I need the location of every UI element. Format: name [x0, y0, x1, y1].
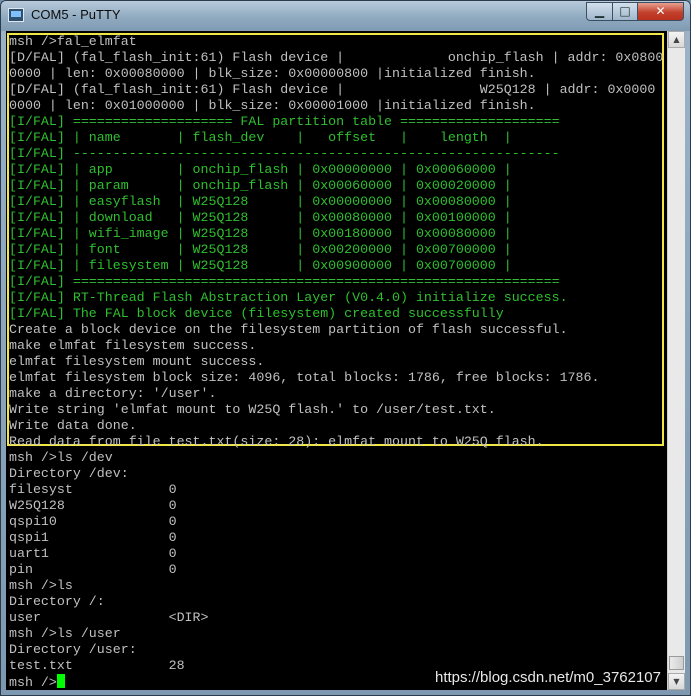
terminal-line-text: [I/FAL] | easyflash | W25Q128 | 0x000000…	[9, 194, 512, 209]
terminal-line: [I/FAL] ==================== FAL partiti…	[9, 114, 667, 130]
scroll-down-arrow-icon[interactable]: ▼	[668, 673, 685, 690]
terminal-line: [I/FAL] --------------------------------…	[9, 146, 667, 162]
terminal-line: Read data from file test.txt(size: 28): …	[9, 434, 667, 450]
terminal-line: [I/FAL] | name | flash_dev | offset | le…	[9, 130, 667, 146]
scroll-up-arrow-icon[interactable]: ▲	[668, 31, 685, 48]
title-bar[interactable]: COM5 - PuTTY ▁ □ ✕	[1, 1, 690, 31]
terminal-line: Write data done.	[9, 418, 667, 434]
terminal-line-text: Read data from file test.txt(size: 28): …	[9, 434, 544, 449]
terminal-line-text: msh />	[9, 675, 57, 690]
vertical-scrollbar[interactable]: ▲ ▼	[667, 31, 685, 690]
terminal-line-text: elmfat filesystem mount success.	[9, 354, 265, 369]
terminal-line: [I/FAL] | font | W25Q128 | 0x00200000 | …	[9, 242, 667, 258]
terminal-line: [I/FAL] RT-Thread Flash Abstraction Laye…	[9, 290, 667, 306]
terminal-line-text: [I/FAL] ==================== FAL partiti…	[9, 114, 560, 129]
terminal-line: Directory /dev:	[9, 466, 667, 482]
terminal-line-text: [D/FAL] (fal_flash_init:61) Flash device…	[9, 50, 664, 65]
putty-window: COM5 - PuTTY ▁ □ ✕ msh />fal_elmfat [D/FA…	[0, 0, 691, 696]
terminal-line-text: msh />ls	[9, 578, 73, 593]
terminal-line-text: qspi1 0	[9, 530, 177, 545]
terminal-line-text: Directory /user:	[9, 642, 137, 657]
maximize-button[interactable]: □	[612, 2, 638, 21]
terminal-line: [I/FAL] | filesystem | W25Q128 | 0x00900…	[9, 258, 667, 274]
terminal-line-text: [I/FAL] | font | W25Q128 | 0x00200000 | …	[9, 242, 512, 257]
terminal-line: [I/FAL] The FAL block device (filesystem…	[9, 306, 667, 322]
terminal-line: 0000 | len: 0x01000000 | blk_size: 0x000…	[9, 98, 667, 114]
terminal-line: pin 0	[9, 562, 667, 578]
terminal-line-text: Create a block device on the filesystem …	[9, 322, 568, 337]
terminal-line: Create a block device on the filesystem …	[9, 322, 667, 338]
terminal-line-text: [I/FAL] RT-Thread Flash Abstraction Laye…	[9, 290, 568, 305]
terminal-line: [I/FAL] | param | onchip_flash | 0x00060…	[9, 178, 667, 194]
cursor	[56, 674, 65, 688]
terminal-line-text: [I/FAL] | param | onchip_flash | 0x00060…	[9, 178, 512, 193]
terminal-line-text: [I/FAL] | filesystem | W25Q128 | 0x00900…	[9, 258, 512, 273]
terminal-line: 0000 | len: 0x00080000 | blk_size: 0x000…	[9, 66, 667, 82]
terminal-line: make a directory: '/user'.	[9, 386, 667, 402]
terminal-line-text: [I/FAL] --------------------------------…	[9, 146, 560, 161]
terminal-line: Directory /:	[9, 594, 667, 610]
terminal-line-text: make elmfat filesystem success.	[9, 338, 257, 353]
terminal-line: [I/FAL] | wifi_image | W25Q128 | 0x00180…	[9, 226, 667, 242]
terminal-line: make elmfat filesystem success.	[9, 338, 667, 354]
terminal-line: [D/FAL] (fal_flash_init:61) Flash device…	[9, 82, 667, 98]
terminal-line: filesyst 0	[9, 482, 667, 498]
terminal-line-text: W25Q128 0	[9, 498, 177, 513]
putty-icon[interactable]	[8, 8, 24, 22]
terminal-line: msh />ls /dev	[9, 450, 667, 466]
terminal-line-text: [I/FAL] | wifi_image | W25Q128 | 0x00180…	[9, 226, 512, 241]
terminal-line: qspi10 0	[9, 514, 667, 530]
terminal-line: msh />ls	[9, 578, 667, 594]
terminal-line-text: uart1 0	[9, 546, 177, 561]
terminal-line-text: qspi10 0	[9, 514, 177, 529]
terminal-line: [I/FAL] | app | onchip_flash | 0x0000000…	[9, 162, 667, 178]
watermark: https://blog.csdn.net/m0_3762107	[435, 669, 661, 686]
terminal-line-text: Directory /dev:	[9, 466, 129, 481]
terminal-line-text: elmfat filesystem block size: 4096, tota…	[9, 370, 600, 385]
terminal-line: uart1 0	[9, 546, 667, 562]
terminal-line-text: [I/FAL] | name | flash_dev | offset | le…	[9, 130, 512, 145]
terminal-area[interactable]: msh />fal_elmfat [D/FAL] (fal_flash_init:…	[6, 31, 667, 690]
terminal-line-text: test.txt 28	[9, 658, 185, 673]
terminal-line-text: Directory /:	[9, 594, 105, 609]
close-button[interactable]: ✕	[637, 2, 684, 21]
terminal-line-text: msh />fal_elmfat	[9, 34, 137, 49]
terminal-line-text: [D/FAL] (fal_flash_init:61) Flash device…	[9, 82, 656, 97]
terminal-output: msh />fal_elmfat [D/FAL] (fal_flash_init:…	[9, 34, 667, 690]
terminal-line-text: Write data done.	[9, 418, 137, 433]
terminal-line: user <DIR>	[9, 610, 667, 626]
terminal-line-text: [I/FAL] The FAL block device (filesystem…	[9, 306, 504, 321]
terminal-line: qspi1 0	[9, 530, 667, 546]
terminal-line: msh />ls /user	[9, 626, 667, 642]
terminal-line-text: filesyst 0	[9, 482, 177, 497]
terminal-line-text: [I/FAL] | download | W25Q128 | 0x0008000…	[9, 210, 512, 225]
terminal-line: [D/FAL] (fal_flash_init:61) Flash device…	[9, 50, 667, 66]
terminal-line: elmfat filesystem block size: 4096, tota…	[9, 370, 667, 386]
terminal-line: Directory /user:	[9, 642, 667, 658]
terminal-line: [I/FAL] ================================…	[9, 274, 667, 290]
terminal-line-text: pin 0	[9, 562, 177, 577]
terminal-line-text: [I/FAL] | app | onchip_flash | 0x0000000…	[9, 162, 512, 177]
terminal-line: W25Q128 0	[9, 498, 667, 514]
scroll-thumb[interactable]	[669, 656, 684, 670]
terminal-line-text: user <DIR>	[9, 610, 209, 625]
window-title: COM5 - PuTTY	[31, 7, 121, 22]
terminal-line-text: 0000 | len: 0x00080000 | blk_size: 0x000…	[9, 66, 536, 81]
terminal-line-text: Write string 'elmfat mount to W25Q flash…	[9, 402, 496, 417]
terminal-line: [I/FAL] | easyflash | W25Q128 | 0x000000…	[9, 194, 667, 210]
terminal-line-text: msh />ls /user	[9, 626, 121, 641]
minimize-button[interactable]: ▁	[586, 2, 613, 21]
terminal-line: elmfat filesystem mount success.	[9, 354, 667, 370]
terminal-line-text: msh />ls /dev	[9, 450, 113, 465]
terminal-line-text: 0000 | len: 0x01000000 | blk_size: 0x000…	[9, 98, 536, 113]
terminal-line-text: [I/FAL] ================================…	[9, 274, 560, 289]
terminal-line: msh />fal_elmfat	[9, 34, 667, 50]
terminal-line: [I/FAL] | download | W25Q128 | 0x0008000…	[9, 210, 667, 226]
terminal-line-text: make a directory: '/user'.	[9, 386, 217, 401]
terminal-line: Write string 'elmfat mount to W25Q flash…	[9, 402, 667, 418]
